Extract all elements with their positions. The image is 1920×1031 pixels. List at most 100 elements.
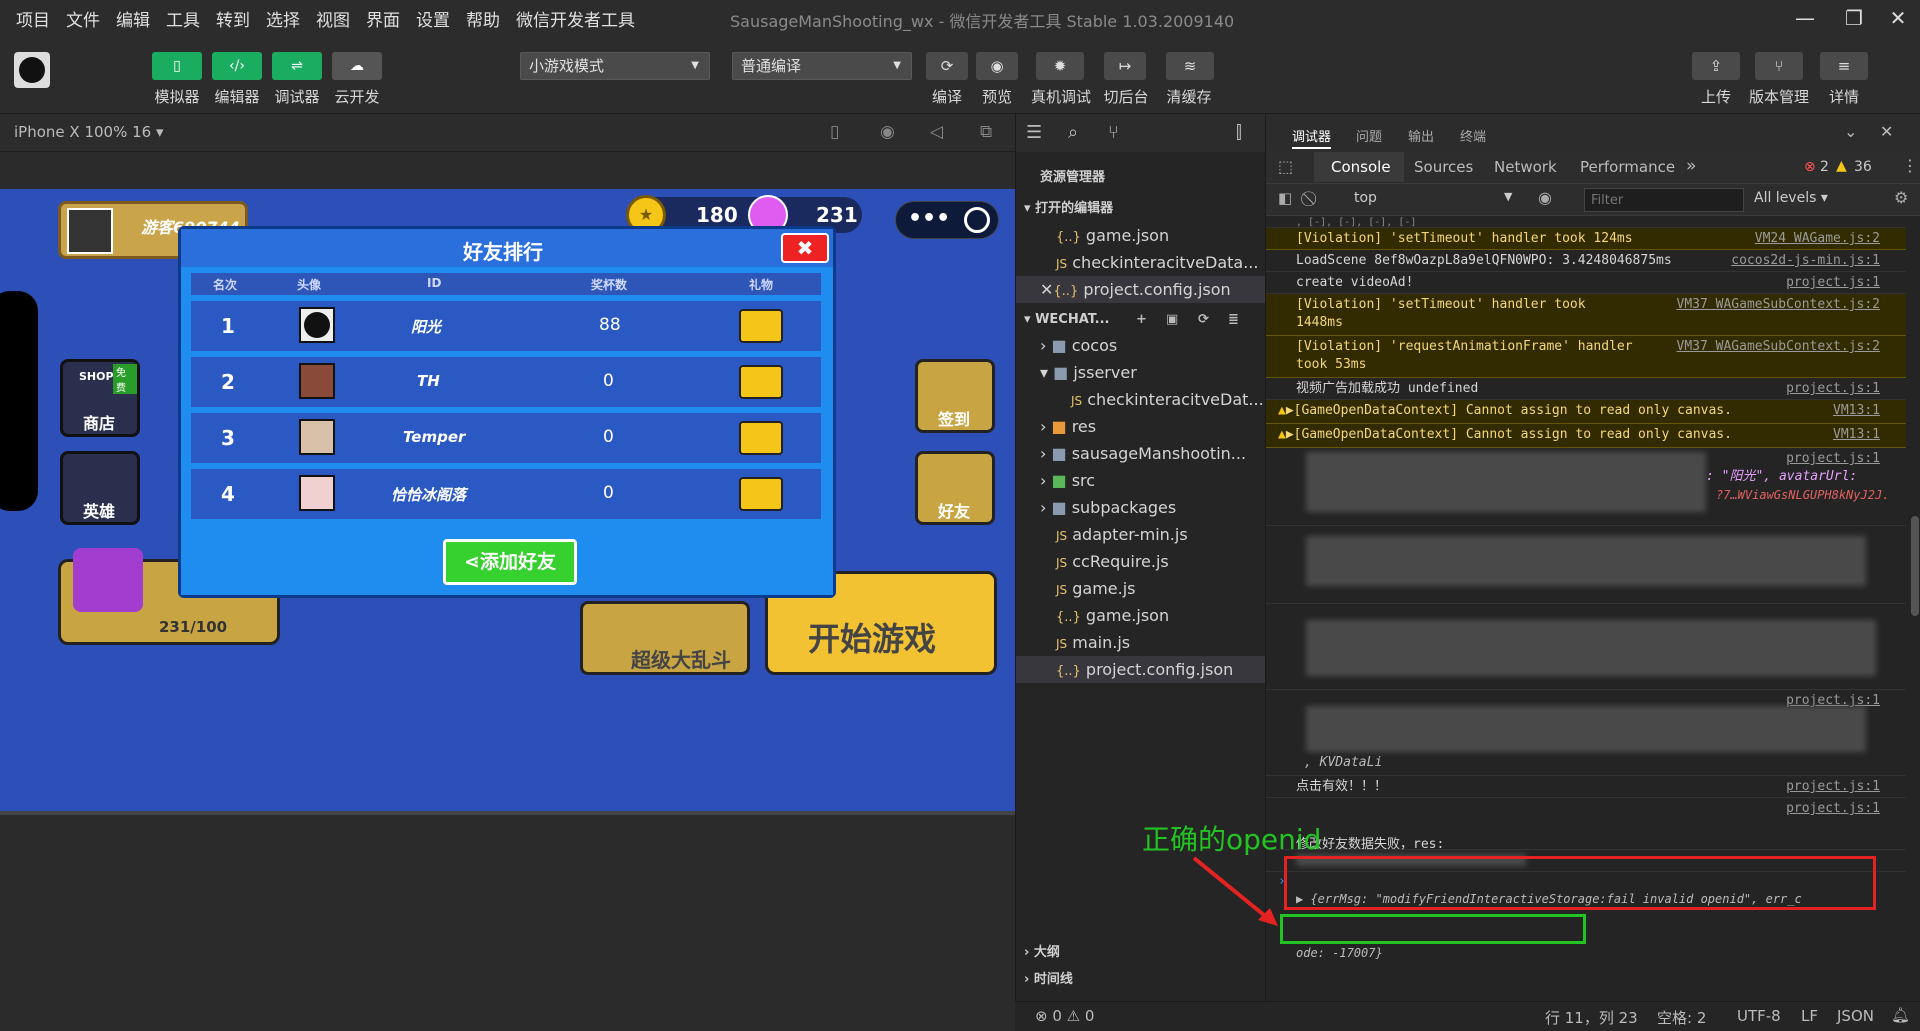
menu-item-interface[interactable]: 界面 bbox=[358, 6, 408, 31]
language-status[interactable]: JSON bbox=[1837, 1007, 1874, 1025]
tab-console[interactable]: Console bbox=[1331, 158, 1391, 176]
tab-network[interactable]: Network bbox=[1494, 158, 1557, 176]
sidebar-toggle-icon[interactable]: ◧ bbox=[1278, 189, 1292, 207]
tree-item[interactable]: ▾ ■ jsserver bbox=[1016, 359, 1266, 386]
chevron-down-icon[interactable]: ⌄ bbox=[1844, 122, 1857, 141]
console-source-link[interactable]: project.js:1 bbox=[1786, 380, 1880, 398]
project-header[interactable]: ▾ WECHAT... + ▣ ⟳ ≣ bbox=[1016, 306, 1266, 332]
menu-item-goto[interactable]: 转到 bbox=[208, 6, 258, 31]
debugger-button[interactable]: 调试器 bbox=[270, 86, 324, 107]
friends-button[interactable]: 好友 bbox=[915, 451, 995, 525]
device-select[interactable]: iPhone X 100% 16 ▾ bbox=[14, 123, 163, 141]
eye-icon[interactable]: ◉ bbox=[1538, 188, 1552, 207]
compile-select[interactable]: 普通编译 ▼ bbox=[732, 52, 912, 80]
tree-item[interactable]: › ■ res bbox=[1016, 413, 1266, 440]
tree-item[interactable]: › ■ sausageManshootin... bbox=[1016, 440, 1266, 467]
collapse-icon[interactable]: ≣ bbox=[1228, 306, 1239, 332]
maximize-icon[interactable]: ❐ bbox=[1834, 4, 1874, 32]
eol-status[interactable]: LF bbox=[1801, 1007, 1818, 1025]
search-icon[interactable]: ⌕ bbox=[1068, 122, 1078, 143]
tree-item[interactable]: › ■ subpackages bbox=[1016, 494, 1266, 521]
menu-item-help[interactable]: 帮助 bbox=[458, 6, 508, 31]
cursor-position[interactable]: 行 11，列 23 bbox=[1545, 1007, 1638, 1028]
phone-icon[interactable]: ▯ bbox=[830, 122, 839, 142]
split-icon[interactable]: ⫿ bbox=[1236, 122, 1242, 143]
context-select[interactable]: top bbox=[1354, 190, 1377, 206]
hero-button[interactable]: 英雄 bbox=[60, 451, 140, 525]
gift-icon[interactable] bbox=[739, 365, 783, 399]
menu-item-select[interactable]: 选择 bbox=[258, 6, 308, 31]
bell-icon[interactable]: 🔔︎ bbox=[1891, 1006, 1910, 1024]
mode-select[interactable]: 小游戏模式 ▼ bbox=[520, 52, 710, 80]
open-editor-item[interactable]: JS checkinteracitveData... bbox=[1016, 249, 1266, 276]
menu-item-project[interactable]: 项目 bbox=[8, 6, 58, 31]
tab-debugger[interactable]: 调试器 bbox=[1292, 126, 1332, 149]
close-icon[interactable]: ✕ bbox=[1878, 4, 1918, 32]
list-icon[interactable]: ☰ bbox=[1026, 122, 1042, 143]
tree-item[interactable]: JS game.js bbox=[1016, 575, 1266, 602]
tree-item[interactable]: JS checkinteracitveDat... bbox=[1016, 386, 1266, 413]
console-source-link[interactable]: VM37 WAGameSubContext.js:2 bbox=[1677, 296, 1881, 314]
new-folder-icon[interactable]: ▣ bbox=[1166, 306, 1178, 332]
branch-icon[interactable]: ⑂ bbox=[1755, 52, 1803, 80]
upload-icon[interactable]: ⇪ bbox=[1692, 52, 1740, 80]
upload-button[interactable]: 上传 bbox=[1690, 86, 1742, 107]
details-button[interactable]: 详情 bbox=[1818, 86, 1870, 107]
editor-icon[interactable]: ‹/› bbox=[212, 52, 262, 80]
tab-output[interactable]: 输出 bbox=[1408, 126, 1434, 145]
more-icon[interactable]: ••• bbox=[908, 206, 950, 231]
indent-status[interactable]: 空格: 2 bbox=[1657, 1007, 1706, 1028]
tree-item[interactable]: › ■ src bbox=[1016, 467, 1266, 494]
outline-header[interactable]: › 大纲 bbox=[1016, 942, 1266, 964]
melee-mode-button[interactable]: 超级大乱斗 bbox=[580, 601, 750, 675]
tree-item[interactable]: JS main.js bbox=[1016, 629, 1266, 656]
gift-icon[interactable] bbox=[739, 309, 783, 343]
console-source-link[interactable]: project.js:1 bbox=[1786, 274, 1880, 292]
timeline-header[interactable]: › 时间线 bbox=[1016, 969, 1266, 991]
more-tabs[interactable]: » bbox=[1686, 156, 1696, 176]
gift-icon[interactable] bbox=[739, 477, 783, 511]
menu-icon[interactable]: ≡ bbox=[1820, 52, 1868, 80]
console-source-link[interactable]: project.js:1 bbox=[1786, 800, 1880, 818]
shop-button[interactable]: SHOP 免费 商店 bbox=[60, 359, 140, 437]
console-source-link[interactable]: VM37 WAGameSubContext.js:2 bbox=[1677, 338, 1881, 356]
open-editor-item[interactable]: ✕{..} project.config.json bbox=[1016, 276, 1266, 303]
bug-icon[interactable]: ✹ bbox=[1036, 52, 1084, 80]
problems-status[interactable]: ⊗ 0 ⚠ 0 bbox=[1035, 1007, 1094, 1025]
panel-close-icon[interactable]: ✖ bbox=[781, 233, 829, 263]
clear-cache-button[interactable]: 清缓存 bbox=[1158, 86, 1220, 107]
tab-problems[interactable]: 问题 bbox=[1356, 126, 1382, 145]
console-source-link[interactable]: VM24 WAGame.js:2 bbox=[1755, 230, 1880, 248]
menu-item-file[interactable]: 文件 bbox=[58, 6, 108, 31]
close-icon[interactable]: ✕ bbox=[1040, 280, 1053, 299]
console-source-link[interactable]: project.js:1 bbox=[1786, 450, 1880, 468]
console-scrollbar[interactable] bbox=[1911, 516, 1919, 616]
error-count[interactable]: 2 bbox=[1820, 159, 1829, 175]
cloud-icon[interactable]: ☁ bbox=[332, 52, 382, 80]
menu-item-view[interactable]: 视图 bbox=[308, 6, 358, 31]
console-source-link[interactable]: cocos2d-js-min.js:1 bbox=[1731, 252, 1880, 270]
tree-item[interactable]: › ■ cocos bbox=[1016, 332, 1266, 359]
version-button[interactable]: 版本管理 bbox=[1744, 86, 1814, 107]
git-icon[interactable]: ⑂ bbox=[1108, 122, 1119, 143]
checkin-button[interactable]: 签到 bbox=[915, 359, 995, 433]
tree-item[interactable]: JS ccRequire.js bbox=[1016, 548, 1266, 575]
debugger-icon[interactable]: ⇌ bbox=[272, 52, 322, 80]
background-button[interactable]: 切后台 bbox=[1096, 86, 1156, 107]
menu-item-wechat-devtools[interactable]: 微信开发者工具 bbox=[508, 6, 643, 31]
new-file-icon[interactable]: + bbox=[1136, 306, 1147, 332]
tree-item[interactable]: JS adapter-min.js bbox=[1016, 521, 1266, 548]
tab-sources[interactable]: Sources bbox=[1414, 158, 1473, 176]
compile-button[interactable]: 编译 bbox=[922, 86, 972, 107]
layers-icon[interactable]: ≋ bbox=[1166, 52, 1214, 80]
eye-icon[interactable]: ◉ bbox=[976, 52, 1018, 80]
open-editor-item[interactable]: {..} game.json bbox=[1016, 222, 1266, 249]
menu-item-settings[interactable]: 设置 bbox=[408, 6, 458, 31]
warning-count[interactable]: 36 bbox=[1854, 159, 1872, 175]
console-filter-input[interactable] bbox=[1584, 188, 1744, 212]
simulator-icon[interactable]: ▯ bbox=[152, 52, 202, 80]
preview-button[interactable]: 预览 bbox=[972, 86, 1022, 107]
console-source-link[interactable]: VM13:1 bbox=[1833, 402, 1880, 420]
simulator-button[interactable]: 模拟器 bbox=[150, 86, 204, 107]
game-canvas[interactable]: 游客690744 ★ 180 231 ••• SHOP 免费 商店 英雄 231… bbox=[0, 189, 1015, 811]
